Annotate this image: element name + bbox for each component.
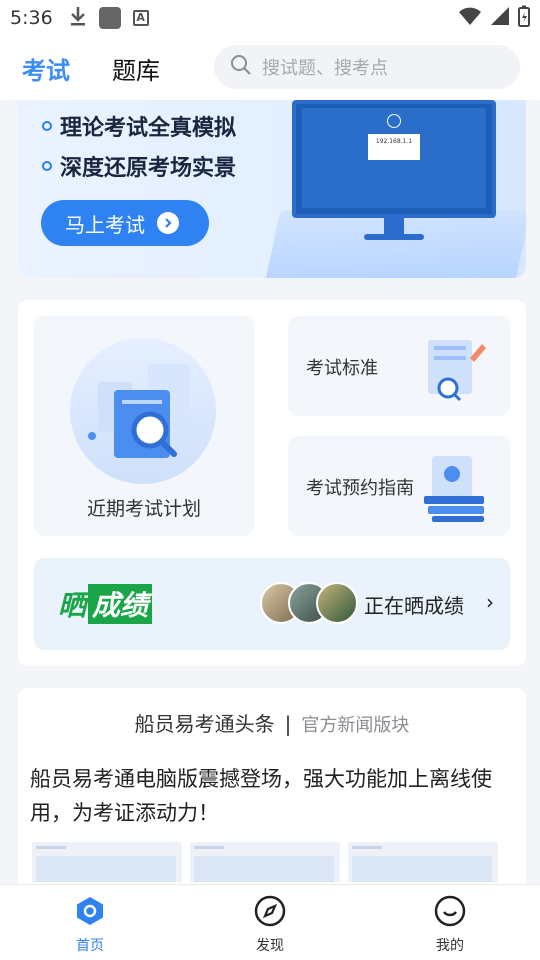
exam-plan-card[interactable]: 近期考试计划 [34,316,254,536]
exam-plan-label: 近期考试计划 [86,498,201,520]
banner-line-2: 深度还原考场实景 [42,150,236,182]
download-icon [69,5,87,31]
search-input[interactable]: 搜试题、搜考点 [214,45,520,89]
status-time: 5:36 [10,7,53,29]
news-thumbnail [348,842,498,882]
a-icon: A [132,10,149,26]
news-thumbnails[interactable] [32,842,498,882]
id-card-icon [418,452,490,524]
avatar [316,582,358,624]
wifi-icon [458,6,482,30]
nav-discover[interactable]: 发现 [180,885,360,960]
document-search-icon [70,338,216,484]
battery-icon [518,5,530,31]
document-pen-icon [418,332,490,404]
start-exam-label: 马上考试 [65,212,145,237]
monitor-ip-text: 192.168.1.1 [375,138,413,145]
search-placeholder: 搜试题、搜考点 [262,58,388,79]
news-headline[interactable]: 船员易考通电脑版震撼登场，强大功能加上离线使用，为考证添动力！ [30,762,510,830]
chevron-right-icon: › [486,590,494,614]
news-section: 船员易考通头条 | 官方新闻版块 船员易考通电脑版震撼登场，强大功能加上离线使用，为… [18,688,526,884]
exam-standard-card[interactable]: 考试标准 [288,316,510,416]
news-thumbnail [190,842,340,882]
nav-mine[interactable]: 我的 [360,885,540,960]
exam-banner[interactable]: 理论考试全真模拟 深度还原考场实景 马上考试 192.168.1.1 [18,100,526,278]
news-header: 船员易考通头条 | 官方新闻版块 [18,708,526,737]
avatar-group [260,582,358,624]
news-subtitle: 官方新闻版块 [301,715,410,736]
bottom-navigation: 首页 发现 我的 [0,884,540,960]
bullet-icon [42,161,52,171]
search-icon [230,54,252,80]
share-score-text: 正在晒成绩 [364,594,464,618]
exam-services-panel: 近期考试计划 考试标准 考试预约指南 晒 成绩 正在晒成绩 › [18,300,526,666]
tab-exam[interactable]: 考试 [22,51,70,86]
logo-part-1: 晒 [58,589,87,622]
share-score-banner[interactable]: 晒 成绩 正在晒成绩 › [34,558,510,650]
top-header: 考试 题库 搜试题、搜考点 [0,36,540,100]
news-title: 船员易考通头条 [134,712,275,736]
tab-question-bank[interactable]: 题库 [112,51,160,86]
bullet-icon [42,121,52,131]
news-separator: | [284,712,292,736]
banner-line-text: 理论考试全真模拟 [60,116,237,141]
nav-home-label: 首页 [76,938,104,954]
monitor-base [364,234,424,240]
signal-icon [490,6,510,30]
nav-home[interactable]: 首页 [0,885,180,960]
smile-icon [434,895,466,931]
status-bar: 5:36 A [0,0,540,36]
news-thumbnail [32,842,182,882]
exam-booking-guide-label: 考试预约指南 [306,478,414,499]
banner-line-1: 理论考试全真模拟 [42,110,236,142]
share-score-logo: 晒 成绩 [58,584,153,624]
monitor-illustration: 192.168.1.1 [292,100,496,218]
exam-booking-guide-card[interactable]: 考试预约指南 [288,436,510,536]
compass-icon [254,895,286,931]
exam-standard-label: 考试标准 [306,358,378,379]
home-icon [74,895,106,931]
nav-mine-label: 我的 [436,938,464,954]
nav-discover-label: 发现 [256,938,284,954]
app-icon [98,7,121,29]
start-exam-button[interactable]: 马上考试 [41,200,209,246]
logo-part-2: 成绩 [88,584,153,624]
chevron-right-icon [157,212,179,234]
seal-icon [387,114,401,128]
banner-line-text: 深度还原考场实景 [60,156,237,181]
